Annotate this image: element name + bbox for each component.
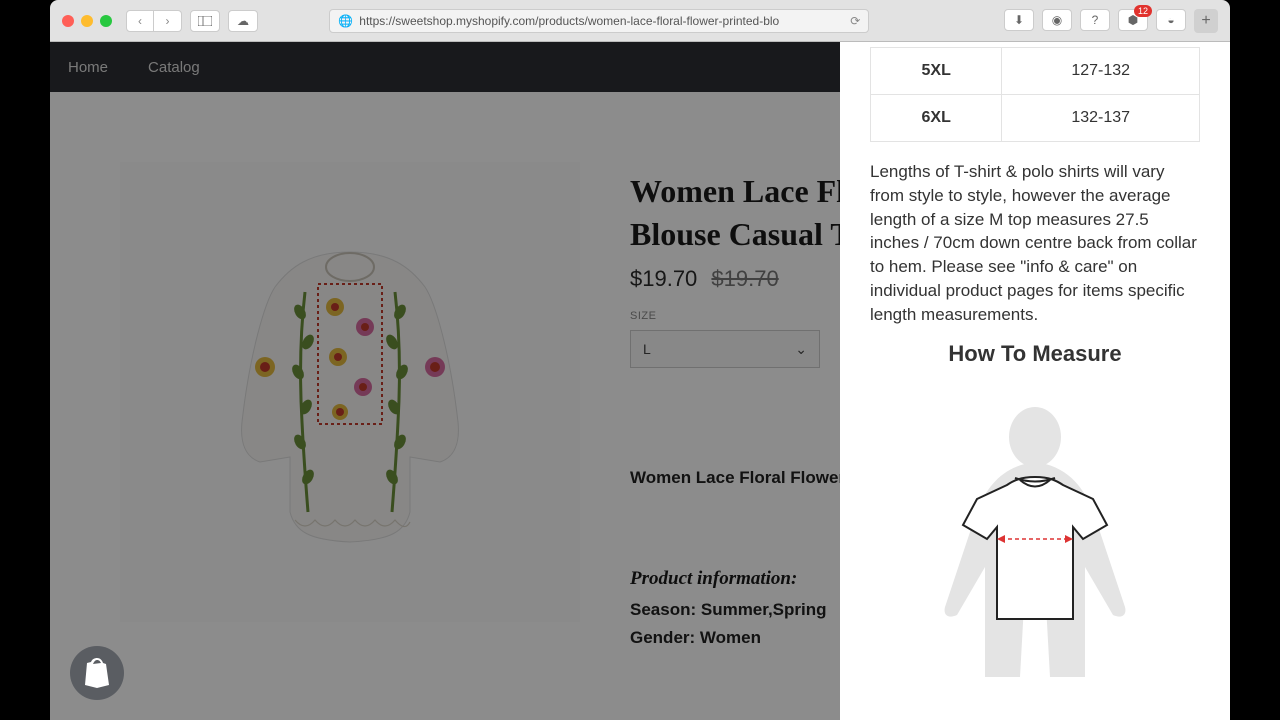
close-window-icon[interactable] [62,15,74,27]
window-controls [62,15,112,27]
share-icon[interactable]: ◒ [1156,9,1186,31]
download-icon[interactable]: ⬇ [1004,9,1034,31]
nav-buttons: ‹ › [126,10,182,32]
size-table: 5XL 127-132 6XL 132-137 [870,47,1200,142]
extension-icon[interactable]: ⬢12 [1118,9,1148,31]
size-cell: 5XL [871,48,1002,95]
minimize-window-icon[interactable] [81,15,93,27]
url-bar[interactable]: 🌐 https://sweetshop.myshopify.com/produc… [329,9,869,33]
size-guide-panel: 5XL 127-132 6XL 132-137 Lengths of T-shi… [840,42,1230,720]
reader-icon[interactable]: ◉ [1042,9,1072,31]
viewport: Home Catalog [50,42,1230,720]
table-row: 5XL 127-132 [871,48,1200,95]
reload-icon[interactable]: ⟳ [850,14,860,28]
maximize-window-icon[interactable] [100,15,112,27]
cloud-button[interactable]: ☁ [228,10,258,32]
globe-icon: 🌐 [338,14,353,28]
range-cell: 127-132 [1002,48,1200,95]
shopify-badge-icon[interactable] [70,646,124,700]
measure-diagram [870,387,1200,697]
url-text: https://sweetshop.myshopify.com/products… [359,14,779,28]
browser-toolbar: ‹ › ☁ 🌐 https://sweetshop.myshopify.com/… [50,0,1230,42]
sidebar-button[interactable] [190,10,220,32]
new-tab-button[interactable]: + [1194,9,1218,33]
toolbar-right: ⬇ ◉ ? ⬢12 ◒ + [1004,9,1218,33]
how-to-measure-heading: How To Measure [870,341,1200,367]
length-note: Lengths of T-shirt & polo shirts will va… [870,160,1200,327]
back-button[interactable]: ‹ [126,10,154,32]
range-cell: 132-137 [1002,95,1200,142]
help-icon[interactable]: ? [1080,9,1110,31]
size-cell: 6XL [871,95,1002,142]
forward-button[interactable]: › [154,10,182,32]
table-row: 6XL 132-137 [871,95,1200,142]
badge-count: 12 [1134,5,1152,17]
